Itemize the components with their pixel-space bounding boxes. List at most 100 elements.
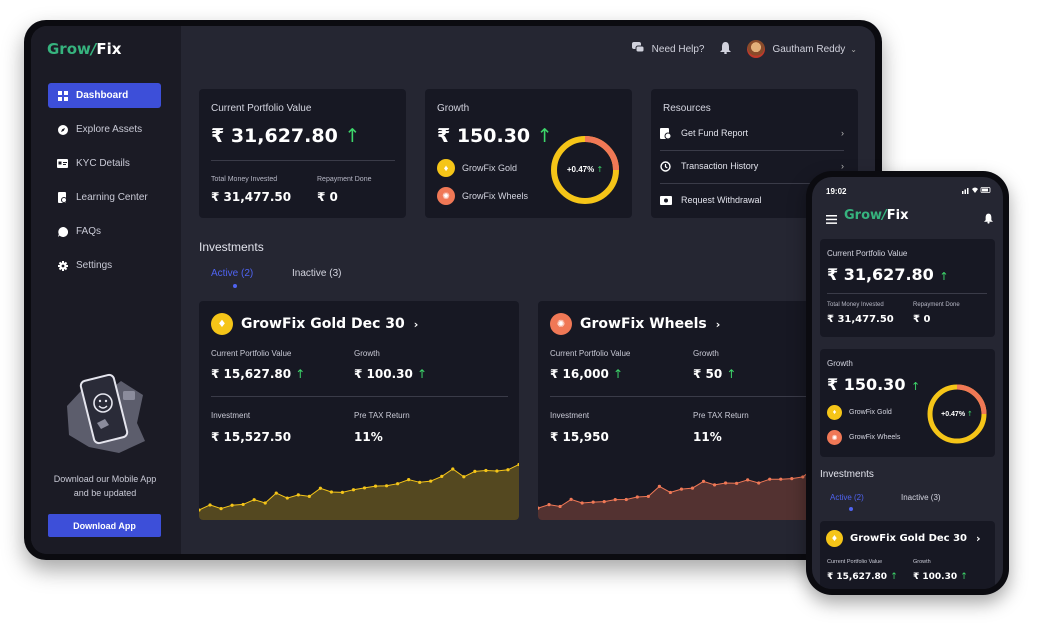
id-card-icon [57, 158, 68, 169]
sparkline-point [735, 481, 739, 485]
investment-value: ₹ 15,950 [550, 430, 609, 444]
transaction-history-link[interactable]: Transaction History › [660, 154, 844, 178]
tab-indicator [233, 284, 237, 288]
gold-coin-icon: ♦ [827, 405, 842, 420]
growth-label: Growth [693, 349, 719, 358]
sidebar: Grow/Fix Dashboard Explore Assets KYC De… [31, 26, 181, 554]
divider [211, 160, 395, 161]
sparkline-point [723, 481, 728, 485]
tab-inactive[interactable]: Inactive (3) [901, 493, 941, 502]
sidebar-nav: Dashboard Explore Assets KYC Details Lea… [48, 83, 161, 287]
sparkline-point [646, 494, 650, 498]
help-link[interactable]: Need Help? [631, 42, 704, 56]
desktop-device: Grow/Fix Dashboard Explore Assets KYC De… [24, 20, 882, 560]
repayment-label: Repayment Done [913, 302, 960, 308]
hamburger-menu-icon[interactable] [826, 211, 837, 229]
investment-label: Investment [211, 411, 251, 420]
legend-wheels: ✺ GrowFix Wheels [437, 187, 528, 205]
tab-active[interactable]: Active (2) [211, 268, 253, 279]
sidebar-item-dashboard[interactable]: Dashboard [48, 83, 161, 108]
phone-illustration [59, 361, 151, 461]
sidebar-item-learning-center[interactable]: Learning Center [48, 185, 161, 210]
logo: Grow/Fix [844, 208, 909, 223]
topbar: Need Help? Gautham Reddy ⌄ [631, 40, 857, 58]
sparkline-point [602, 500, 606, 504]
investment-title: ✺ GrowFix Wheels › [550, 313, 720, 335]
sparkline-point [580, 501, 584, 505]
sparkline-point [429, 479, 433, 483]
sparkline-point [219, 507, 223, 511]
avatar[interactable] [747, 40, 766, 58]
growth-card: Growth ₹ 150.30 ↑ ♦ GrowFix Gold ✺ GrowF… [425, 89, 632, 218]
return-label: Pre TAX Return [693, 411, 749, 420]
repayment-value: ₹ 0 [317, 190, 338, 204]
growth-label: Growth [354, 349, 380, 358]
tab-inactive[interactable]: Inactive (3) [292, 268, 341, 279]
chevron-right-icon: › [841, 128, 844, 138]
sidebar-item-label: Settings [76, 260, 113, 271]
download-app-button[interactable]: Download App [48, 514, 161, 537]
chevron-right-icon: › [413, 317, 419, 331]
sparkline-point [263, 501, 267, 505]
sparkline-point [624, 497, 628, 502]
user-name[interactable]: Gautham Reddy [772, 44, 845, 55]
get-fund-report-link[interactable]: Get Fund Report › [660, 121, 844, 145]
investments-title: Investments [199, 240, 264, 254]
desktop-screen: Grow/Fix Dashboard Explore Assets KYC De… [31, 26, 875, 554]
chevron-down-icon[interactable]: ⌄ [850, 45, 857, 54]
sparkline-point [712, 483, 717, 487]
current-value-label: Current Portfolio Value [211, 349, 292, 358]
sparkline-point [668, 490, 673, 495]
status-time: 19:02 [826, 187, 847, 196]
bell-icon[interactable] [984, 211, 993, 229]
investment-value: ₹ 15,527.50 [211, 430, 292, 444]
sparkline-point [768, 477, 772, 481]
sidebar-item-label: FAQs [76, 226, 102, 237]
sparkline-point [701, 479, 706, 483]
wheel-icon: ✺ [550, 313, 572, 335]
growth-value: ₹ 150.30 ↑ [437, 125, 553, 147]
chevron-right-icon: › [715, 317, 721, 331]
sidebar-item-explore-assets[interactable]: Explore Assets [48, 117, 161, 142]
portfolio-value: ₹ 31,627.80 ↑ [211, 125, 361, 147]
sidebar-item-faqs[interactable]: FAQs [48, 219, 161, 244]
sidebar-item-settings[interactable]: Settings [48, 253, 161, 278]
logo: Grow/Fix [47, 40, 122, 58]
growth-card: Growth ₹ 150.30 ↑ ♦ GrowFix Gold ✺ GrowF… [820, 349, 995, 457]
legend-gold: ♦ GrowFix Gold [827, 405, 892, 420]
sparkline-point [547, 503, 551, 507]
divider [827, 293, 987, 294]
growth-value: ₹ 100.30 ↑ [913, 572, 968, 582]
invested-label: Total Money Invested [211, 176, 278, 183]
bell-icon[interactable] [720, 41, 732, 57]
sparkline-point [362, 486, 367, 490]
sidebar-item-label: KYC Details [76, 158, 130, 169]
phone-screen: 19:02 Grow/Fix Current Portfolio Value ₹… [812, 177, 1003, 589]
sparkline-chart-gold [199, 462, 519, 520]
resources-title: Resources [663, 103, 711, 114]
investment-card-gold[interactable]: ♦ GrowFix Gold Dec 30 › Current Portfoli… [199, 301, 519, 520]
sparkline-point [241, 502, 245, 507]
current-value: ₹ 15,627.80 ↑ [211, 367, 306, 381]
sparkline-point [657, 484, 661, 489]
tab-active[interactable]: Active (2) [830, 493, 864, 502]
sidebar-item-kyc-details[interactable]: KYC Details [48, 151, 161, 176]
growth-value: ₹ 50 ↑ [693, 367, 737, 381]
sparkline-point [679, 487, 684, 491]
current-value: ₹ 15,627.80 ↑ [827, 572, 898, 582]
help-chat-icon [631, 42, 645, 56]
portfolio-value: ₹ 31,627.80 ↑ [827, 265, 949, 284]
investment-card-gold[interactable]: ♦ GrowFix Gold Dec 30 › Current Portfoli… [820, 521, 995, 589]
sparkline-point [208, 503, 212, 507]
current-value-label: Current Portfolio Value [550, 349, 631, 358]
sparkline-point [757, 481, 761, 485]
compass-icon [57, 124, 68, 135]
portfolio-title: Current Portfolio Value [211, 103, 312, 114]
report-icon [660, 127, 673, 139]
sparkline-point [451, 467, 455, 471]
sparkline-point [384, 484, 389, 488]
invested-value: ₹ 31,477.50 [211, 190, 292, 204]
sparkline-point [407, 478, 411, 482]
investments-title: Investments [820, 469, 874, 480]
gold-coin-icon: ♦ [211, 313, 233, 335]
